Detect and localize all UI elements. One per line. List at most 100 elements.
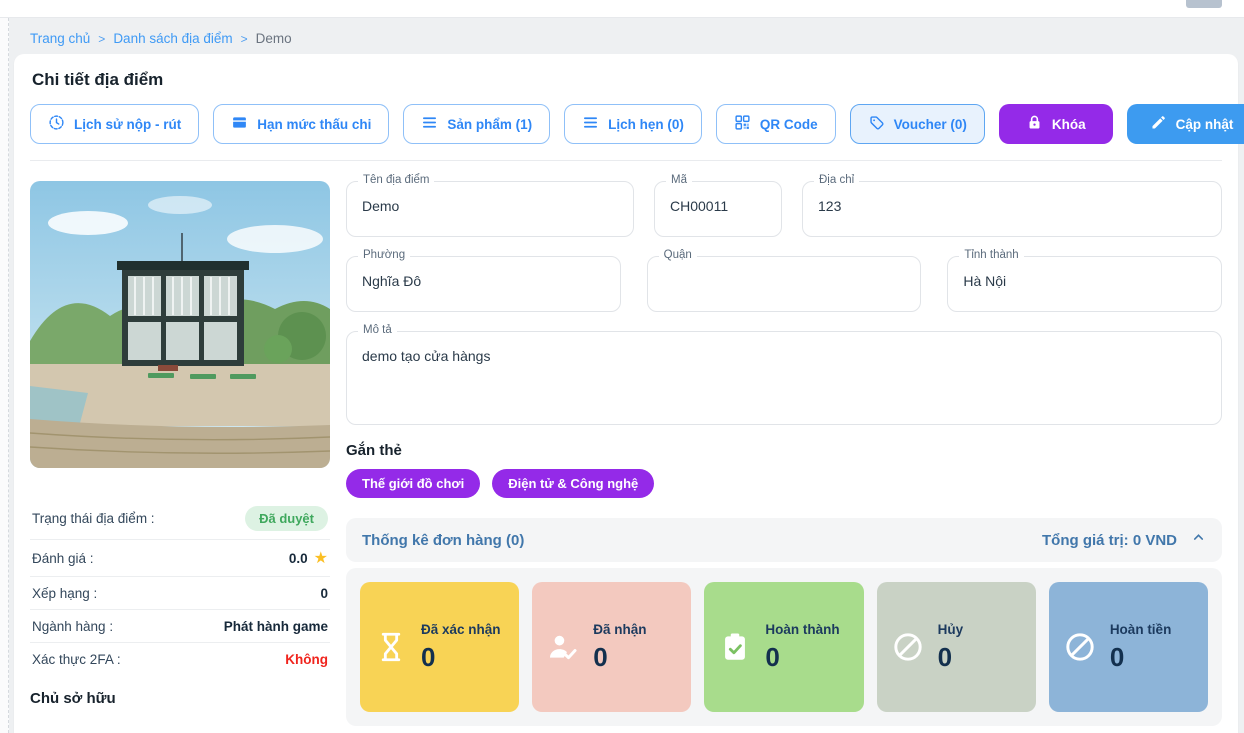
overdraft-limit-button[interactable]: Hạn mức thấu chi [213, 104, 389, 144]
scrollbar-thumb[interactable] [1186, 0, 1222, 8]
button-label: Hạn mức thấu chi [257, 117, 371, 132]
info-label: Đánh giá : [32, 551, 94, 566]
stat-label: Đã xác nhận [421, 621, 501, 639]
breadcrumb-separator: > [241, 32, 248, 46]
field-value: Hà Nội [948, 257, 1221, 299]
owner-heading: Chủ sở hữu [30, 690, 330, 707]
order-stats-title: Thống kê đơn hàng (0) [362, 532, 524, 549]
breadcrumb-current: Demo [256, 31, 292, 46]
field-label: Quận [659, 249, 697, 261]
tags-title: Gắn thẻ [346, 442, 1222, 459]
industry-value: Phát hành game [224, 619, 328, 634]
order-stats-total: Tổng giá trị: 0 VND [1042, 532, 1177, 549]
rating-number: 0.0 [289, 551, 308, 566]
info-row-status: Trạng thái địa điểm : Đã duyệt [30, 498, 330, 540]
button-label: Cập nhật [1176, 117, 1234, 132]
history-deposit-withdraw-button[interactable]: Lịch sử nộp - rút [30, 104, 199, 144]
tag-icon [868, 114, 885, 134]
location-detail-card: Chi tiết địa điểm Lịch sử nộp - rút Hạn … [14, 54, 1238, 733]
star-icon: ★ [314, 548, 328, 568]
products-button[interactable]: Sản phẩm (1) [403, 104, 550, 144]
tags: Thế giới đồ chơi Điện tử & Công nghệ [346, 469, 1222, 498]
button-label: QR Code [760, 117, 818, 132]
location-name-field[interactable]: Tên địa điểm Demo [346, 181, 634, 237]
stat-label: Hủy [938, 621, 964, 639]
field-value: CH00011 [655, 182, 781, 224]
hourglass-icon [372, 630, 410, 664]
stat-value: 0 [938, 642, 964, 673]
button-label: Voucher (0) [894, 117, 967, 132]
stat-value: 0 [765, 642, 839, 673]
tag-chip-toys[interactable]: Thế giới đồ chơi [346, 469, 480, 498]
qr-code-button[interactable]: QR Code [716, 104, 836, 144]
order-stats-header[interactable]: Thống kê đơn hàng (0) Tổng giá trị: 0 VN… [346, 518, 1222, 562]
info-label: Ngành hàng : [32, 619, 113, 634]
credit-card-icon [231, 114, 248, 134]
info-row-industry: Ngành hàng : Phát hành game [30, 610, 330, 643]
stat-card-cancelled: Hủy 0 [877, 582, 1036, 712]
info-label: Trạng thái địa điểm : [32, 511, 155, 526]
info-row-2fa: Xác thực 2FA : Không [30, 643, 330, 676]
form-row-2: Phường Nghĩa Đô Quận Tỉnh thành Hà Nội [346, 256, 1222, 312]
field-label: Địa chỉ [814, 174, 859, 186]
breadcrumb: Trang chủ > Danh sách địa điểm > Demo [30, 31, 1244, 46]
address-field[interactable]: Địa chỉ 123 [802, 181, 1222, 237]
ranking-value: 0 [320, 586, 328, 601]
form-row-3: Mô tả demo tạo cửa hàngs [346, 331, 1222, 425]
order-stats-body: Đã xác nhận 0 Đã nhận 0 [346, 568, 1222, 726]
field-value: Demo [347, 182, 633, 224]
info-row-rating: Đánh giá : 0.0 ★ [30, 540, 330, 577]
list-icon [582, 114, 599, 134]
ban-icon [889, 630, 927, 664]
stat-label: Đã nhận [593, 621, 646, 639]
breadcrumb-link-home[interactable]: Trang chủ [30, 31, 90, 46]
stat-value: 0 [421, 642, 501, 673]
clock-icon [48, 114, 65, 134]
breadcrumb-link-locations[interactable]: Danh sách địa điểm [113, 31, 232, 46]
person-check-icon [544, 630, 582, 664]
lock-button[interactable]: Khóa [999, 104, 1113, 144]
stat-value: 0 [1110, 642, 1172, 673]
clipboard-check-icon [716, 630, 754, 664]
pencil-icon [1150, 114, 1167, 134]
stat-card-confirmed: Đã xác nhận 0 [360, 582, 519, 712]
list-icon [421, 114, 438, 134]
info-list: Trạng thái địa điểm : Đã duyệt Đánh giá … [30, 498, 330, 676]
rating-value: 0.0 ★ [289, 548, 328, 568]
stat-value: 0 [593, 642, 646, 673]
province-field[interactable]: Tỉnh thành Hà Nội [947, 256, 1222, 312]
ban-icon [1061, 630, 1099, 664]
voucher-button[interactable]: Voucher (0) [850, 104, 985, 144]
appointments-button[interactable]: Lịch hẹn (0) [564, 104, 702, 144]
field-value: demo tạo cửa hàngs [347, 332, 1221, 374]
top-bar [0, 0, 1244, 18]
field-label: Tên địa điểm [358, 174, 434, 186]
info-label: Xếp hạng : [32, 586, 97, 601]
field-value: Nghĩa Đô [347, 257, 620, 299]
content: Trạng thái địa điểm : Đã duyệt Đánh giá … [30, 181, 1222, 726]
field-label: Tỉnh thành [959, 249, 1023, 261]
district-field[interactable]: Quận [647, 256, 922, 312]
lock-icon [1026, 114, 1043, 134]
info-label: Xác thực 2FA : [32, 652, 121, 667]
stat-card-refunded: Hoàn tiền 0 [1049, 582, 1208, 712]
field-label: Mã [666, 174, 692, 186]
button-label: Lịch hẹn (0) [608, 117, 684, 132]
qr-code-icon [734, 114, 751, 134]
stat-card-completed: Hoàn thành 0 [704, 582, 863, 712]
page-title: Chi tiết địa điểm [32, 70, 1222, 90]
description-field[interactable]: Mô tả demo tạo cửa hàngs [346, 331, 1222, 425]
chevron-up-icon[interactable] [1191, 530, 1206, 550]
form-row-1: Tên địa điểm Demo Mã CH00011 Địa chỉ 123 [346, 181, 1222, 237]
stat-label: Hoàn thành [765, 621, 839, 639]
left-column: Trạng thái địa điểm : Đã duyệt Đánh giá … [30, 181, 330, 726]
ward-field[interactable]: Phường Nghĩa Đô [346, 256, 621, 312]
field-label: Phường [358, 249, 410, 261]
update-button[interactable]: Cập nhật [1127, 104, 1244, 144]
location-photo [30, 181, 330, 468]
button-label: Lịch sử nộp - rút [74, 117, 181, 132]
code-field[interactable]: Mã CH00011 [654, 181, 782, 237]
twofa-value: Không [285, 652, 328, 667]
order-stats-panel: Thống kê đơn hàng (0) Tổng giá trị: 0 VN… [346, 518, 1222, 726]
tag-chip-electronics[interactable]: Điện tử & Công nghệ [492, 469, 654, 498]
